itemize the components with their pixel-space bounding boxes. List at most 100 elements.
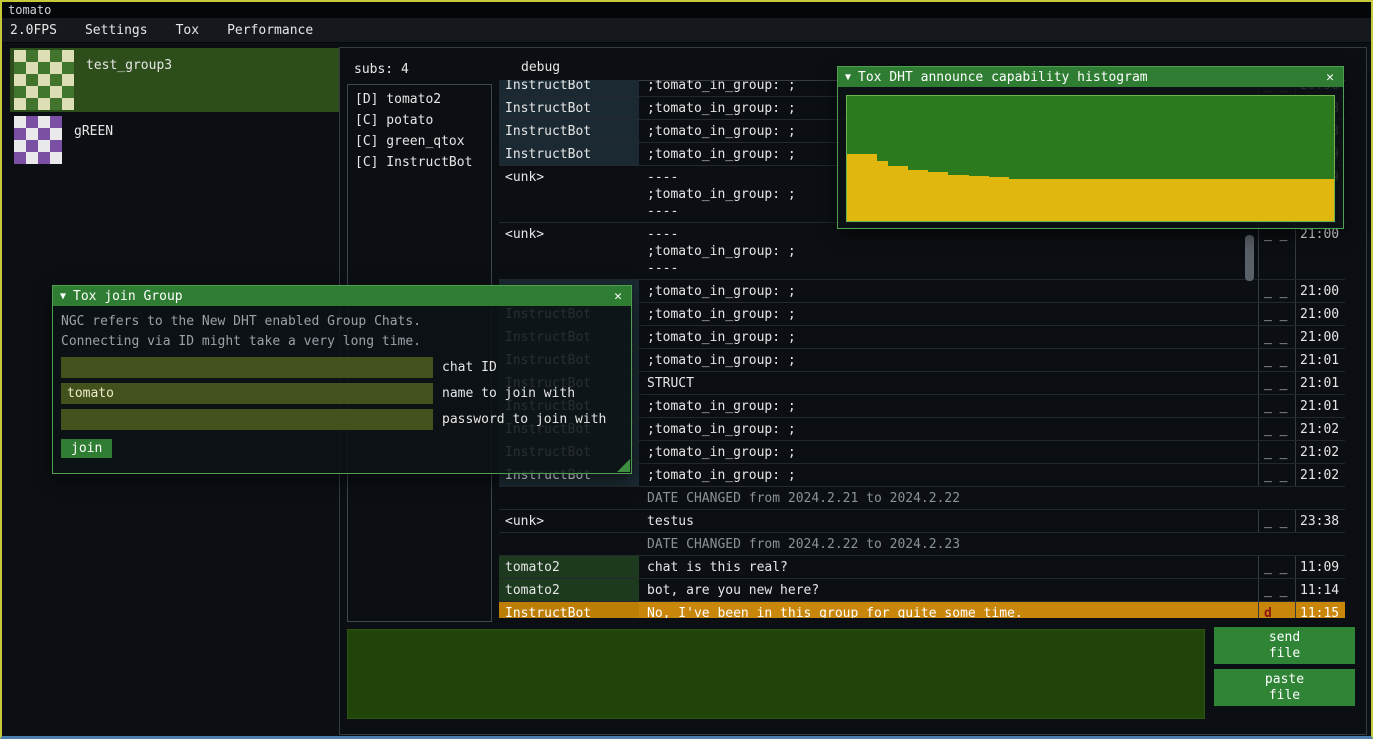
chat-id-input[interactable] [61,357,433,378]
histogram-bar [1080,179,1090,222]
group-identicon-purple-white [14,116,62,164]
join-field-row: chat ID [61,357,623,378]
message-time: 23:38 [1295,510,1345,532]
message-flags: _ _ [1258,349,1295,371]
group-item-test_group3[interactable]: test_group3 [10,48,340,112]
member-item[interactable]: [C] green_qtox [348,131,491,152]
group-list: test_group3 gREEN [10,48,340,168]
member-item[interactable]: [C] InstructBot [348,152,491,173]
member-item[interactable]: [D] tomato2 [348,89,491,110]
histogram-bar [989,177,999,221]
message-input[interactable] [347,629,1205,719]
histogram-bar [1263,179,1273,222]
join-button[interactable]: join [61,439,112,458]
histogram-bar [1050,179,1060,222]
message-flags: d [1258,602,1295,618]
chat-row[interactable]: <unk>testus_ _23:38 [499,510,1345,533]
histogram-bar [928,172,938,221]
message-text: ;tomato_in_group: ; [639,418,1258,440]
message-text: ;tomato_in_group: ; [639,280,1258,302]
tab-debug[interactable]: debug [515,58,566,77]
histogram-bar [1182,179,1192,222]
send-file-button[interactable]: send file [1214,627,1355,664]
histogram-bar [1283,179,1293,222]
histogram-bar [1293,179,1303,222]
resize-grip[interactable] [617,459,630,472]
histogram-bar [1172,179,1182,222]
window-title: tomato [8,3,51,17]
fps-counter: 2.0FPS [2,23,71,38]
message-flags: _ _ [1258,395,1295,417]
menu-items: SettingsToxPerformance [71,18,327,42]
sender-name: InstructBot [499,602,639,618]
date-changed-row: DATE CHANGED from 2024.2.21 to 2024.2.22 [499,487,1345,510]
sender-name: <unk> [499,223,639,279]
menu-item-tox[interactable]: Tox [162,18,213,42]
collapse-icon[interactable]: ▼ [845,72,851,83]
join-group-fields: chat IDname to join withpassword to join… [61,357,623,430]
histogram-bar [1324,179,1334,222]
join-group-titlebar[interactable]: ▼ Tox join Group ✕ [53,286,631,306]
message-time: 11:15 [1295,602,1345,618]
histogram-bar [1090,179,1100,222]
histogram-bar [1009,179,1019,222]
histogram-bar [1070,179,1080,222]
histogram-bar [877,161,887,221]
app-window: tomato 2.0FPS SettingsToxPerformance tes… [0,0,1373,739]
field-label: chat ID [442,360,497,375]
dht-histogram-titlebar[interactable]: ▼ Tox DHT announce capability histogram … [838,67,1343,87]
message-flags: _ _ [1258,418,1295,440]
histogram-bar [1151,179,1161,222]
chat-scrollbar[interactable] [1245,235,1254,281]
group-item-gREEN[interactable]: gREEN [10,114,340,166]
join-password-input[interactable] [61,409,433,430]
chat-row[interactable]: <unk>---- ;tomato_in_group: ; ----_ _21:… [499,223,1345,280]
histogram-bar [857,154,867,222]
join-info-line: Connecting via ID might take a very long… [61,332,623,352]
message-text: ;tomato_in_group: ; [639,395,1258,417]
histogram-bar [898,166,908,221]
join-name-input[interactable] [61,383,433,404]
message-time: 21:01 [1295,372,1345,394]
menu-item-performance[interactable]: Performance [213,18,327,42]
histogram-bar [1192,179,1202,222]
histogram-bar [1060,179,1070,222]
message-time: 11:09 [1295,556,1345,578]
member-item[interactable]: [C] potato [348,110,491,131]
close-icon[interactable]: ✕ [612,289,624,304]
message-time: 21:02 [1295,464,1345,486]
message-flags: _ _ [1258,579,1295,601]
join-group-title: Tox join Group [73,289,183,304]
paste-file-button[interactable]: paste file [1214,669,1355,706]
histogram-bar [1141,179,1151,222]
sender-name: InstructBot [499,80,639,96]
chat-row[interactable]: InstructBotNo, I've been in this group f… [499,602,1345,618]
message-time: 21:01 [1295,349,1345,371]
join-field-row: password to join with [61,409,623,430]
sender-name: <unk> [499,166,639,222]
window-titlebar[interactable]: tomato [2,2,1371,18]
message-flags: _ _ [1258,326,1295,348]
histogram-bar [908,170,918,221]
message-flags: _ _ [1258,280,1295,302]
histogram-bar [999,177,1009,221]
message-text: ;tomato_in_group: ; [639,326,1258,348]
group-name: test_group3 [86,50,172,73]
histogram-bar [1121,179,1131,222]
histogram-bar [1101,179,1111,222]
message-flags: _ _ [1258,556,1295,578]
message-text: No, I've been in this group for quite so… [639,602,1258,618]
message-time: 21:02 [1295,441,1345,463]
menu-item-settings[interactable]: Settings [71,18,162,42]
message-text: ;tomato_in_group: ; [639,464,1258,486]
histogram-bar [1232,179,1242,222]
histogram-bar [938,172,948,221]
close-icon[interactable]: ✕ [1324,70,1336,85]
collapse-icon[interactable]: ▼ [60,291,66,302]
message-text: STRUCT [639,372,1258,394]
histogram-bar [959,175,969,221]
histogram-bar [867,154,877,222]
chat-row[interactable]: tomato2chat is this real?_ _11:09 [499,556,1345,579]
histogram-bar [1242,179,1252,222]
chat-row[interactable]: tomato2bot, are you new here?_ _11:14 [499,579,1345,602]
